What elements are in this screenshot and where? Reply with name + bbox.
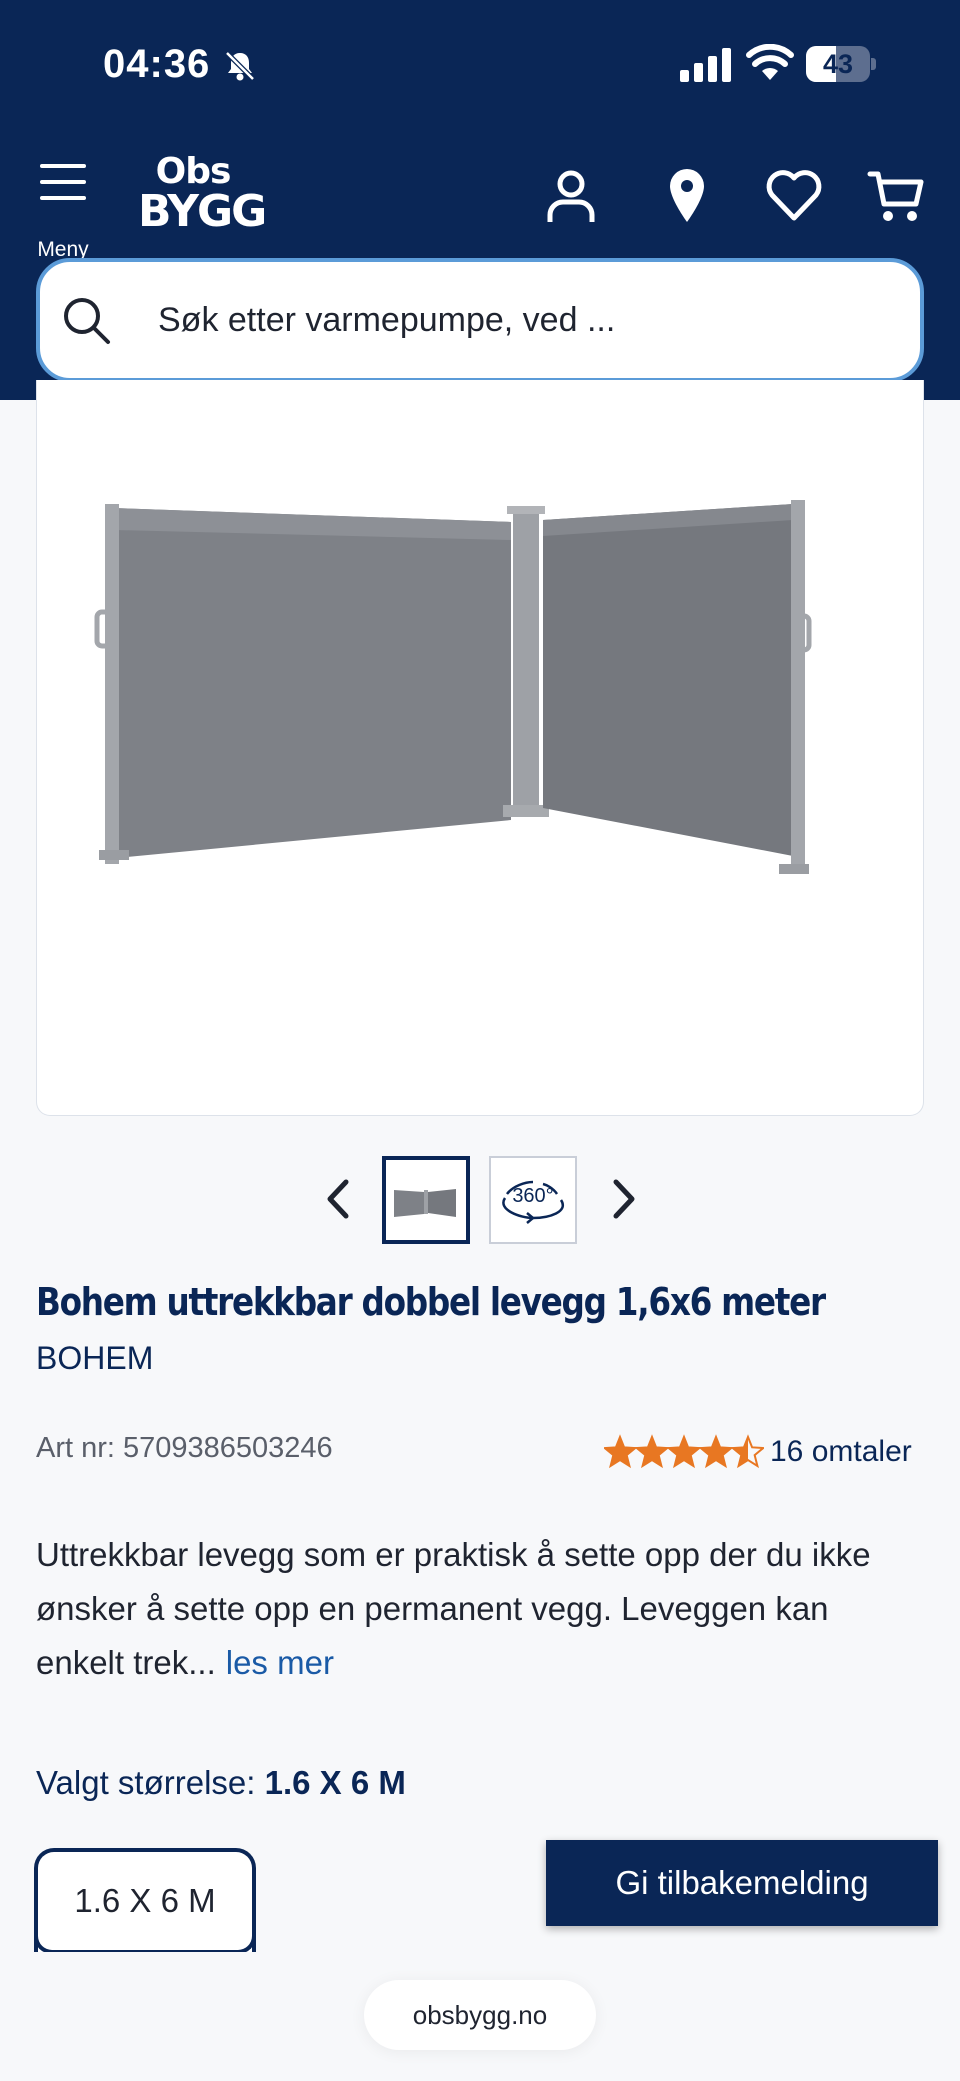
search-input[interactable] xyxy=(158,282,878,358)
app-header: 04:36 43 Meny Obs BYGG Søk etter varmepu… xyxy=(0,0,960,400)
product-image xyxy=(94,500,812,874)
product-description: Uttrekkbar levegg som er praktisk å sett… xyxy=(36,1528,924,1690)
status-bar: 04:36 43 xyxy=(0,0,960,130)
cellular-signal-icon xyxy=(680,48,731,82)
battery-level: 43 xyxy=(822,49,854,79)
product-title: Bohem uttrekkbar dobbel levegg 1,6x6 met… xyxy=(36,1280,826,1324)
description-text: Uttrekkbar levegg som er praktisk å sett… xyxy=(36,1536,871,1681)
article-number: Art nr: 5709386503246 xyxy=(36,1432,333,1464)
store-location-button[interactable] xyxy=(657,166,717,226)
favorites-button[interactable] xyxy=(764,166,824,226)
chevron-left-icon[interactable] xyxy=(318,1174,362,1224)
wifi-icon xyxy=(746,44,794,80)
thumbnail-360-label: 360° xyxy=(512,1185,553,1207)
browser-url-bar[interactable]: obsbygg.no xyxy=(364,1980,596,2050)
rating-stars xyxy=(604,1434,764,1469)
status-time: 04:36 xyxy=(103,42,211,86)
search-bar[interactable] xyxy=(36,258,924,382)
thumbnail-photo-image xyxy=(394,1189,456,1217)
search-icon xyxy=(64,298,110,344)
feedback-button[interactable]: Gi tilbakemelding xyxy=(546,1840,938,1926)
favorites-heart-icon xyxy=(766,170,822,221)
star-fill xyxy=(604,1437,636,1466)
account-icon xyxy=(547,170,595,222)
selected-size-value: 1.6 X 6 M xyxy=(264,1764,406,1801)
gallery-thumbnails: 360° xyxy=(0,1152,960,1246)
cart-icon xyxy=(867,171,924,221)
star-fill xyxy=(668,1437,700,1466)
product-brand[interactable]: BOHEM xyxy=(36,1340,153,1377)
battery-icon: 43 xyxy=(806,46,876,82)
logo-line2: BYGG xyxy=(138,186,267,237)
read-more-link[interactable]: les mer xyxy=(226,1644,334,1681)
thumbnail-product-photo[interactable] xyxy=(382,1156,470,1244)
star-fill xyxy=(700,1437,732,1466)
main-nav: Meny Obs BYGG xyxy=(0,140,960,261)
hamburger-icon xyxy=(40,164,86,200)
rating-summary[interactable]: 16 omtaler xyxy=(604,1430,912,1474)
product-image-card[interactable] xyxy=(36,380,924,1116)
cart-button[interactable] xyxy=(866,166,926,226)
obs-bygg-logo[interactable]: Obs BYGG xyxy=(138,151,267,246)
rotate-360-icon: 360° xyxy=(502,1180,564,1224)
star-fill xyxy=(636,1437,668,1466)
logo-line1: Obs xyxy=(155,151,232,192)
selected-size: Valgt størrelse: 1.6 X 6 M xyxy=(36,1764,406,1802)
chevron-right-icon[interactable] xyxy=(600,1174,644,1224)
thumbnail-360-view[interactable]: 360° xyxy=(489,1156,577,1244)
review-count[interactable]: 16 omtaler xyxy=(770,1435,912,1469)
menu-button[interactable]: Meny xyxy=(30,164,96,261)
account-button[interactable] xyxy=(541,166,601,226)
size-option[interactable]: 1.6 X 6 M xyxy=(34,1848,256,1954)
bell-slash-icon xyxy=(225,51,255,81)
store-location-icon xyxy=(670,169,704,222)
selected-size-label: Valgt størrelse: xyxy=(36,1764,256,1801)
